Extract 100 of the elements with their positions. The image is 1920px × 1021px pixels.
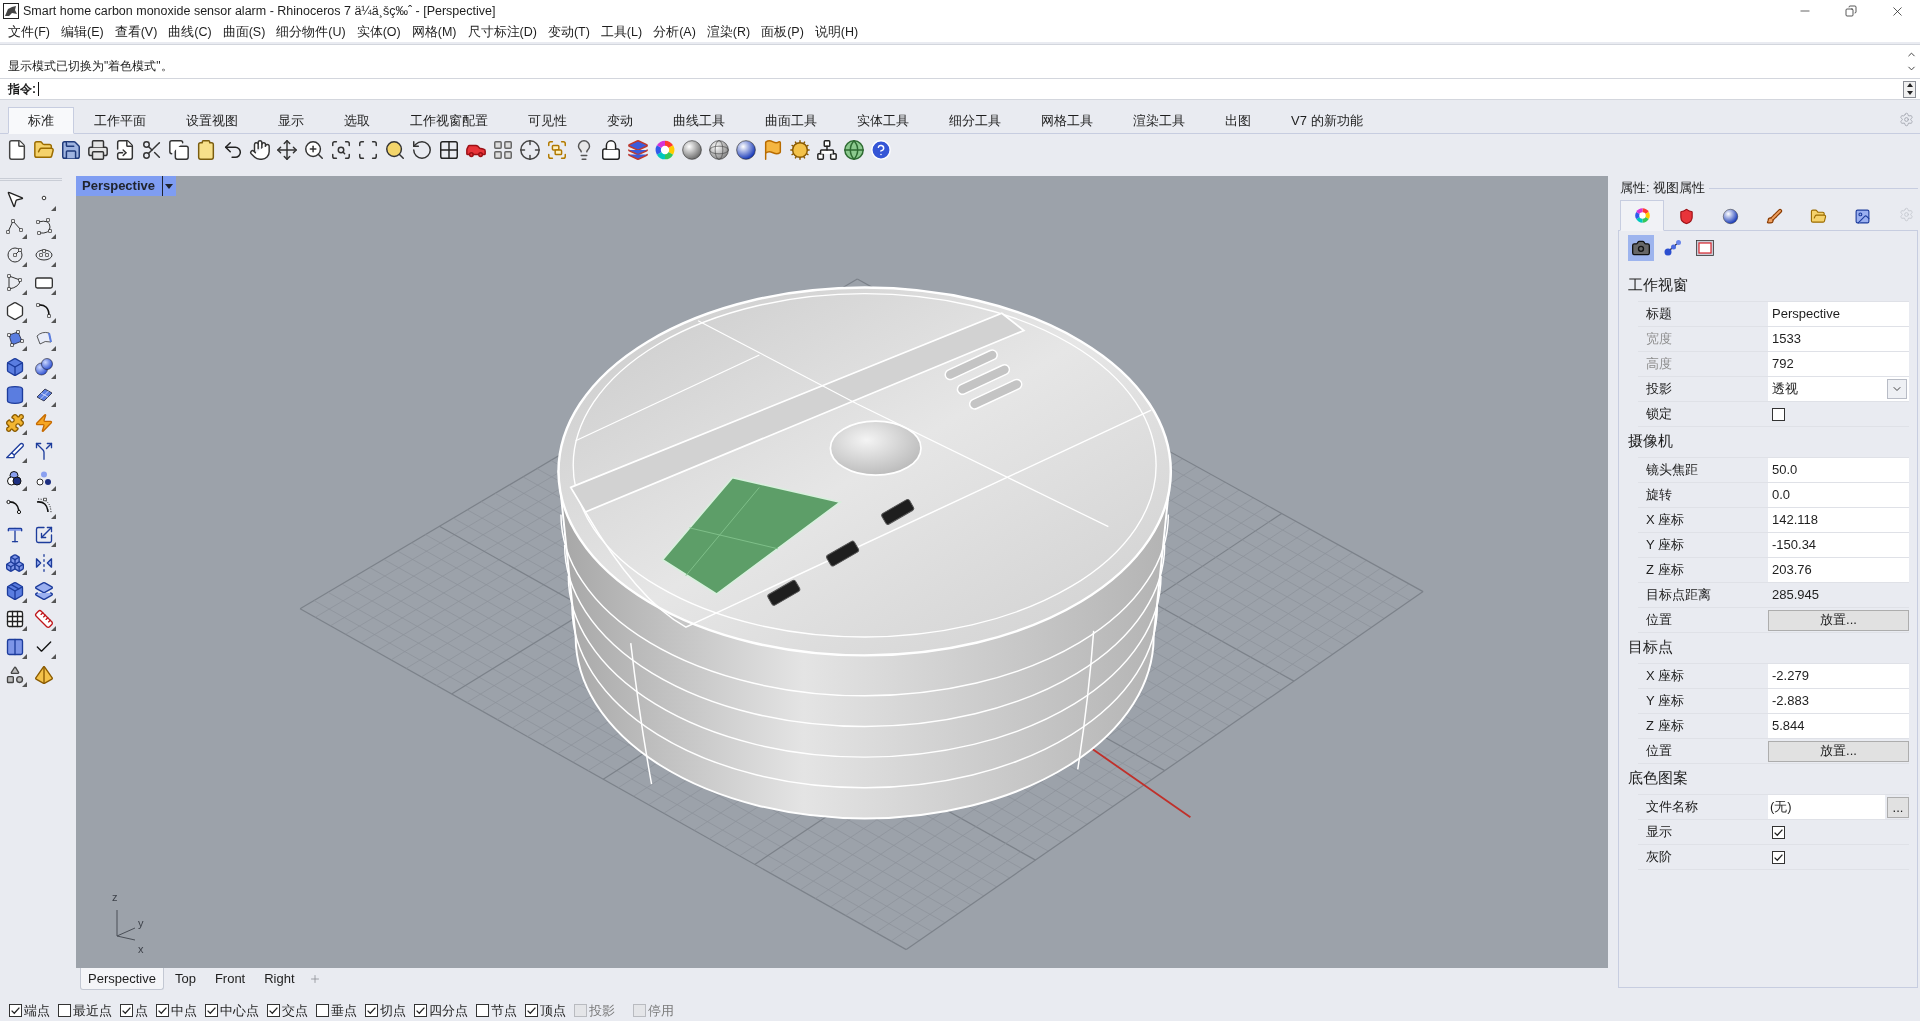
place-button[interactable]: 放置... xyxy=(1768,740,1909,762)
menu-item[interactable]: 工具(L) xyxy=(600,22,643,42)
checkbox[interactable] xyxy=(9,1004,22,1017)
text-field[interactable]: 203.76 xyxy=(1768,558,1909,582)
flag-icon[interactable] xyxy=(762,139,784,161)
magnifier-frame-icon[interactable] xyxy=(330,139,352,161)
checkbox[interactable] xyxy=(267,1004,280,1017)
ribbon-tab[interactable]: 变动 xyxy=(587,107,653,134)
scissors-icon[interactable] xyxy=(141,139,163,161)
menu-item[interactable]: 变动(T) xyxy=(547,22,590,42)
viewport-title[interactable]: Perspective xyxy=(76,176,176,196)
four-panes-icon[interactable] xyxy=(438,139,460,161)
sphere-icon[interactable] xyxy=(681,139,703,161)
place-button[interactable]: 放置... xyxy=(1768,609,1909,631)
caret-down-icon[interactable] xyxy=(165,183,173,189)
viewport-tab[interactable]: Right xyxy=(256,968,303,990)
menu-item[interactable]: 曲线(C) xyxy=(168,22,212,42)
menu-item[interactable]: 曲面(S) xyxy=(222,22,266,42)
rotate-arrow-icon[interactable] xyxy=(411,139,433,161)
folder-icon[interactable] xyxy=(33,139,55,161)
copy-icon[interactable] xyxy=(168,139,190,161)
color-wheel-icon[interactable] xyxy=(654,139,676,161)
magnifier-icon[interactable] xyxy=(384,139,406,161)
dropdown-field[interactable]: 透视 xyxy=(1768,377,1909,401)
wire-sphere-icon[interactable] xyxy=(708,139,730,161)
undo-icon[interactable] xyxy=(222,139,244,161)
menu-item[interactable]: 编辑(E) xyxy=(60,22,104,42)
viewport-tab[interactable]: Perspective xyxy=(80,968,164,990)
image-icon[interactable] xyxy=(1853,207,1871,225)
text-field[interactable]: -2.883 xyxy=(1768,689,1909,713)
printer-icon[interactable] xyxy=(87,139,109,161)
ribbon-tab[interactable]: 标准 xyxy=(8,107,74,134)
cog-icon[interactable] xyxy=(789,139,811,161)
spin-button[interactable] xyxy=(1903,80,1916,98)
folder-icon[interactable] xyxy=(1809,207,1827,225)
ribbon-tab[interactable]: 设置视图 xyxy=(166,107,258,134)
checkbox[interactable] xyxy=(525,1004,538,1017)
menu-item[interactable]: 实体(O) xyxy=(356,22,401,42)
ribbon-tab[interactable]: 可见性 xyxy=(508,107,587,134)
checkbox[interactable] xyxy=(414,1004,427,1017)
menu-item[interactable]: 面板(P) xyxy=(761,22,804,42)
text-field[interactable]: -2.279 xyxy=(1768,664,1909,688)
crosshair-icon[interactable] xyxy=(519,139,541,161)
sphere-icon[interactable] xyxy=(1721,207,1739,225)
menu-item[interactable]: 文件(F) xyxy=(8,22,50,42)
checkbox[interactable] xyxy=(120,1004,133,1017)
checkbox[interactable] xyxy=(316,1004,329,1017)
checkbox[interactable] xyxy=(1772,850,1785,864)
ribbon-tab[interactable]: 细分工具 xyxy=(929,107,1021,134)
layers-icon[interactable] xyxy=(627,139,649,161)
ribbon-tab[interactable]: 曲面工具 xyxy=(745,107,837,134)
menu-item[interactable]: 渲染(R) xyxy=(706,22,751,42)
checkbox[interactable] xyxy=(58,1004,71,1017)
clipboard-icon[interactable] xyxy=(195,139,217,161)
ribbon-tab[interactable]: 选取 xyxy=(324,107,390,134)
restore-icon[interactable] xyxy=(1845,5,1857,17)
brush-icon[interactable] xyxy=(1765,207,1783,225)
node-tree-icon[interactable] xyxy=(816,139,838,161)
text-field[interactable]: 142.118 xyxy=(1768,508,1909,532)
ribbon-tab[interactable]: 渲染工具 xyxy=(1113,107,1205,134)
browse-button[interactable]: ... xyxy=(1887,796,1909,818)
file-arrow-icon[interactable] xyxy=(114,139,136,161)
viewport[interactable]: Perspective z y x xyxy=(76,176,1608,968)
menu-item[interactable]: 网格(M) xyxy=(411,22,457,42)
move-arrows-icon[interactable] xyxy=(276,139,298,161)
ribbon-tab[interactable]: 工作平面 xyxy=(74,107,166,134)
ribbon-tab[interactable]: 工作视窗配置 xyxy=(390,107,508,134)
text-field[interactable]: 50.0 xyxy=(1768,458,1909,482)
text-field[interactable]: 0.0 xyxy=(1768,483,1909,507)
panel-tab[interactable] xyxy=(1620,200,1664,231)
checkbox[interactable] xyxy=(365,1004,378,1017)
viewport-tab[interactable]: Top xyxy=(166,968,204,990)
file-icon[interactable] xyxy=(6,139,28,161)
ribbon-tab[interactable]: 出图 xyxy=(1205,107,1271,134)
file-field[interactable]: (无) xyxy=(1768,795,1885,819)
shield-icon[interactable] xyxy=(1677,207,1695,225)
menu-item[interactable]: 尺寸标注(D) xyxy=(467,22,537,42)
text-field[interactable]: 5.844 xyxy=(1768,714,1909,738)
viewport-tab[interactable]: Front xyxy=(206,968,254,990)
ribbon-tab[interactable]: 网格工具 xyxy=(1021,107,1113,134)
ribbon-tab[interactable]: 实体工具 xyxy=(837,107,929,134)
globe-icon[interactable] xyxy=(843,139,865,161)
camera-icon[interactable] xyxy=(1628,234,1654,261)
help-icon[interactable] xyxy=(870,139,892,161)
lock-icon[interactable] xyxy=(600,139,622,161)
ribbon-tab[interactable]: 曲线工具 xyxy=(653,107,745,134)
menu-item[interactable]: 细分物件(U) xyxy=(276,22,346,42)
text-field[interactable]: -150.34 xyxy=(1768,533,1909,557)
sphere-icon[interactable] xyxy=(735,139,757,161)
color-wheel-icon[interactable] xyxy=(1633,207,1651,224)
text-field[interactable]: Perspective xyxy=(1768,302,1909,326)
zoom-in-icon[interactable] xyxy=(303,139,325,161)
menu-item[interactable]: 说明(H) xyxy=(814,22,859,42)
checkbox[interactable] xyxy=(476,1004,489,1017)
checkbox[interactable] xyxy=(205,1004,218,1017)
checkbox[interactable] xyxy=(1772,407,1785,421)
menu-item[interactable]: 分析(A) xyxy=(653,22,696,42)
checkbox[interactable] xyxy=(156,1004,169,1017)
ribbon-tab[interactable]: V7 的新功能 xyxy=(1271,107,1383,134)
checkbox[interactable] xyxy=(1772,825,1785,839)
